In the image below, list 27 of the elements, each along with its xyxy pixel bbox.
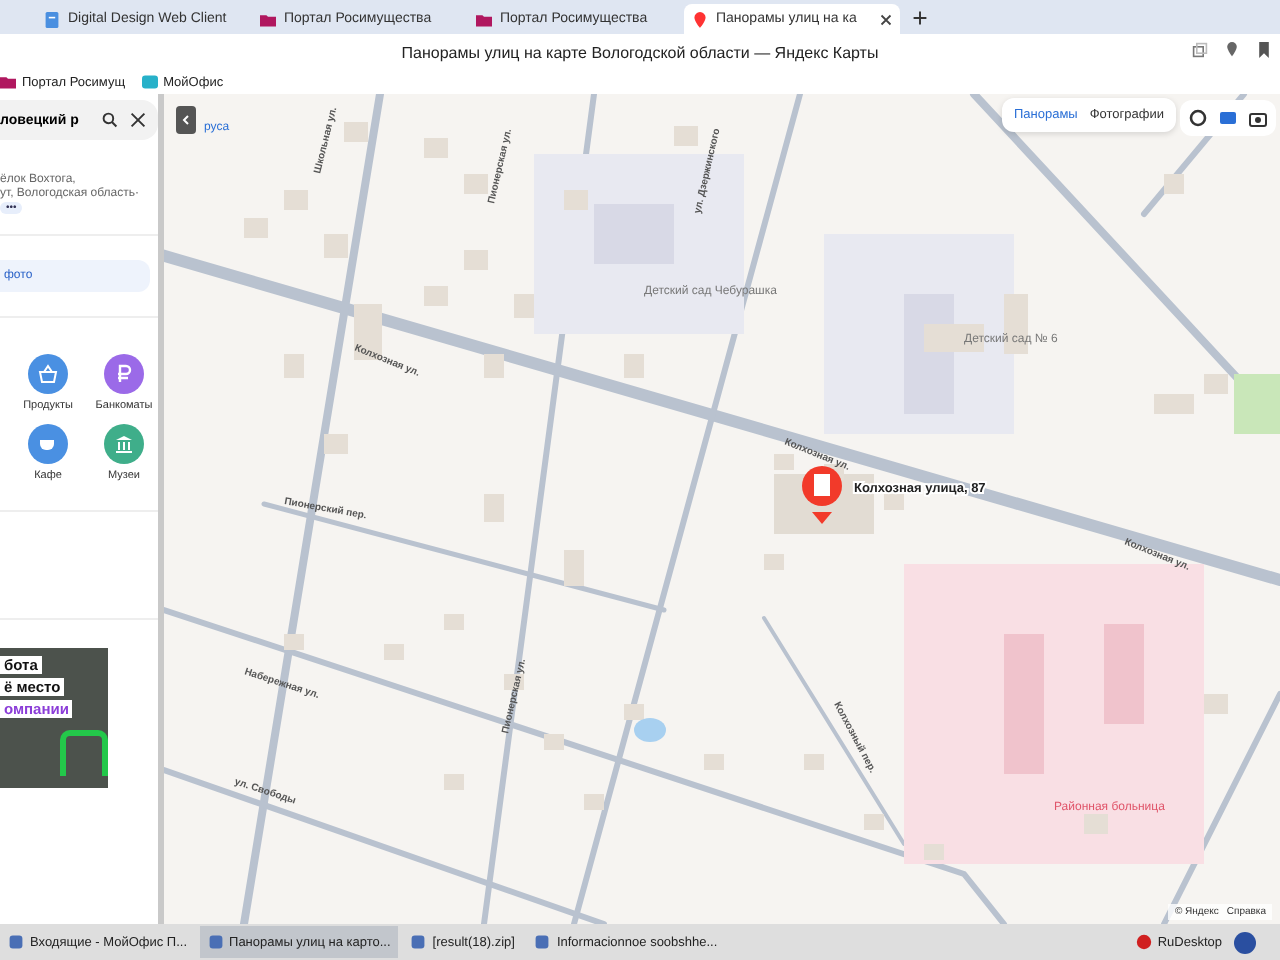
window-icon	[8, 934, 24, 950]
folder-icon	[476, 11, 492, 27]
location-icon[interactable]	[1224, 42, 1240, 58]
browser-icon[interactable]	[1234, 931, 1256, 953]
folder-icon	[0, 74, 16, 90]
window-icon	[534, 934, 551, 950]
close-icon[interactable]	[130, 112, 146, 128]
collapse-panel-button[interactable]	[176, 106, 196, 134]
map-pin-icon	[692, 11, 708, 27]
page-title: Панорамы улиц на карте Вологодской области — Яндекс Карты	[401, 43, 879, 61]
folder-icon	[260, 11, 276, 27]
frame-graphic	[60, 730, 108, 776]
chevron-icon	[180, 114, 192, 126]
close-tab-icon[interactable]	[880, 13, 892, 25]
search-icon[interactable]	[102, 112, 118, 128]
camera-icon[interactable]	[1248, 108, 1268, 128]
new-tab-icon[interactable]	[912, 10, 928, 26]
panorama-icon[interactable]	[1218, 108, 1238, 128]
document-icon	[44, 11, 60, 27]
app-icon	[1135, 934, 1152, 950]
window-icon	[410, 934, 427, 950]
cloud-icon	[141, 74, 158, 90]
window-icon	[207, 934, 224, 950]
bookmark-icon[interactable]	[1256, 42, 1272, 58]
map-pin-icon[interactable]	[802, 466, 842, 524]
copy-icon[interactable]	[1192, 42, 1208, 58]
refresh-icon[interactable]	[1188, 108, 1208, 128]
